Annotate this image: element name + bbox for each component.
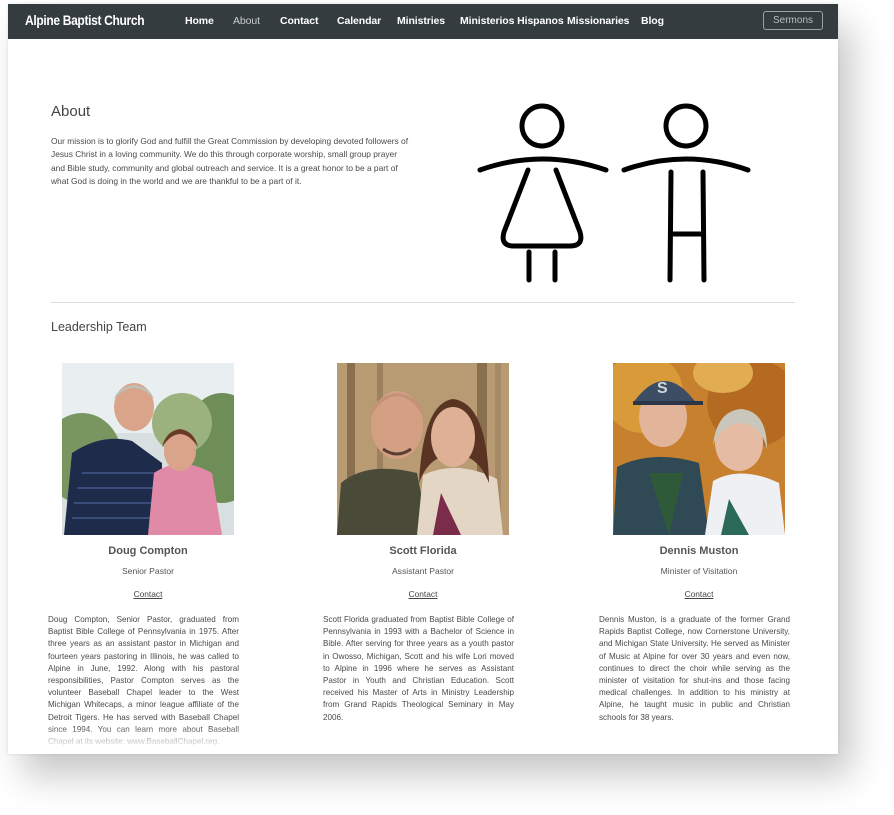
svg-text:S: S xyxy=(657,380,668,397)
leader-contact-link[interactable]: Contact xyxy=(134,589,163,599)
leader-photo xyxy=(62,363,234,535)
leader-bio: Dennis Muston, is a graduate of the form… xyxy=(599,615,790,722)
leader-role: Minister of Visitation xyxy=(660,566,738,576)
nav-about[interactable]: About xyxy=(233,15,260,27)
leader-role: Senior Pastor xyxy=(121,566,175,576)
about-paragraph: Our mission is to glorify God and fulfil… xyxy=(51,136,409,186)
leader-card-doug-compton: Doug Compton Senior Pastor Contact Doug … xyxy=(48,363,248,748)
leader-bio: Scott Florida graduated from Baptist Bib… xyxy=(323,615,514,722)
section-divider xyxy=(51,302,795,303)
leadership-heading: Leadership Team xyxy=(51,320,147,334)
nav-contact[interactable]: Contact xyxy=(280,15,318,27)
nav-missionaries[interactable]: Missionaries xyxy=(567,15,630,27)
leader-contact-link[interactable]: Contact xyxy=(685,589,714,599)
top-navbar: Alpine Baptist Church Home About Contact… xyxy=(8,4,838,39)
nav-ministerios-hispanos[interactable]: Ministerios Hispanos xyxy=(460,15,564,27)
sermons-button[interactable]: Sermons xyxy=(763,11,823,30)
leader-name: Dennis Muston xyxy=(659,545,739,557)
nav-home[interactable]: Home xyxy=(185,15,214,27)
leader-photo xyxy=(337,363,509,535)
about-heading: About xyxy=(51,103,91,120)
leader-contact-link[interactable]: Contact xyxy=(409,589,438,599)
nav-calendar[interactable]: Calendar xyxy=(337,15,381,27)
nav-blog[interactable]: Blog xyxy=(641,15,664,27)
people-figures-icon xyxy=(477,103,751,283)
site-brand[interactable]: Alpine Baptist Church xyxy=(25,12,145,28)
leader-card-scott-florida: Scott Florida Assistant Pastor Contact S… xyxy=(323,363,523,724)
leader-card-dennis-muston: S Dennis Muston Minister of Visitation C… xyxy=(599,363,799,724)
man-figure-icon xyxy=(621,103,751,283)
woman-figure-icon xyxy=(477,103,609,283)
nav-ministries[interactable]: Ministries xyxy=(397,15,445,27)
browser-window: Alpine Baptist Church Home About Contact… xyxy=(8,4,838,754)
leader-name: Doug Compton xyxy=(108,545,188,557)
leader-photo: S xyxy=(613,363,785,535)
leader-name: Scott Florida xyxy=(389,545,457,557)
leader-role: Assistant Pastor xyxy=(391,566,455,576)
bottom-fade xyxy=(8,726,838,754)
